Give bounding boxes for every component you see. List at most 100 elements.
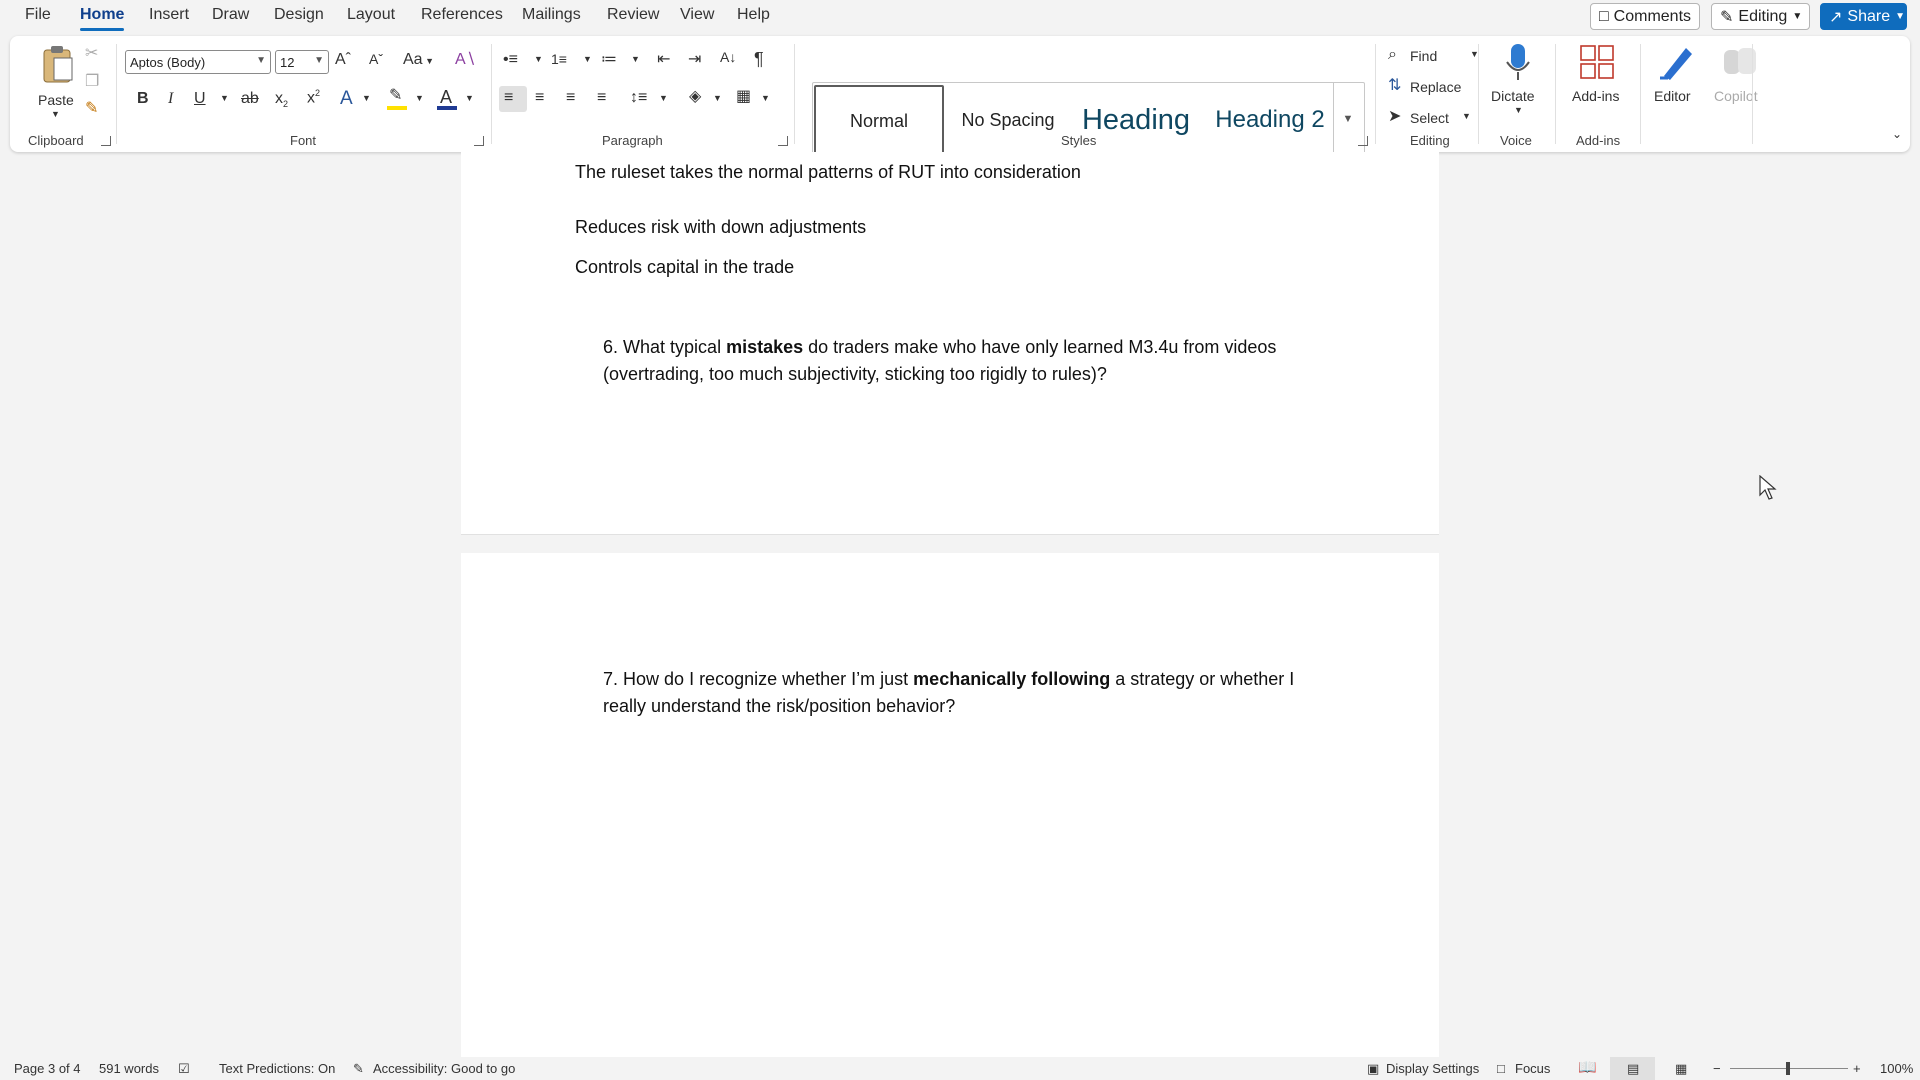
line-spacing-icon[interactable]: ↕≡ <box>630 90 647 106</box>
paste-button[interactable]: Paste ▼ <box>32 42 84 122</box>
italic-icon[interactable]: I <box>168 91 173 107</box>
text-predictions[interactable]: Text Predictions: On <box>219 1061 335 1076</box>
mouse-cursor-icon <box>1759 475 1777 500</box>
read-mode-icon[interactable]: 📖 <box>1578 1058 1597 1076</box>
styles-launcher[interactable] <box>1358 136 1368 146</box>
accessibility-icon: ✎ <box>353 1061 364 1076</box>
web-layout-icon[interactable]: ▦ <box>1675 1061 1687 1077</box>
add-ins-button[interactable]: Add-ins <box>1562 40 1632 120</box>
text-effects-icon[interactable]: A <box>340 89 353 108</box>
chevron-down-icon[interactable]: ▼ <box>362 94 371 103</box>
tab-draw[interactable]: Draw <box>212 6 249 24</box>
chevron-down-icon[interactable]: ▼ <box>713 94 722 103</box>
shrink-font-icon[interactable]: Aˇ <box>369 52 383 66</box>
style-heading-2[interactable]: Heading 2 <box>1200 84 1340 156</box>
change-case-button[interactable]: Aa ▼ <box>403 52 434 68</box>
increase-indent-icon[interactable]: ⇥ <box>688 52 701 68</box>
print-layout-icon: ▤ <box>1627 1061 1640 1076</box>
style-no-spacing[interactable]: No Spacing <box>944 84 1072 156</box>
accessibility-status[interactable]: Accessibility: Good to go <box>373 1061 515 1076</box>
strikethrough-icon[interactable]: ab <box>241 91 259 107</box>
word-count[interactable]: 591 words <box>99 1061 159 1076</box>
tab-file[interactable]: File <box>25 6 51 24</box>
underline-icon[interactable]: U <box>194 91 206 107</box>
font-launcher[interactable] <box>474 136 484 146</box>
multilevel-list-icon[interactable]: ≔ <box>601 52 617 68</box>
zoom-in-icon[interactable]: + <box>1853 1061 1861 1076</box>
style-normal[interactable]: Normal <box>814 85 944 157</box>
clipboard-launcher[interactable] <box>101 136 111 146</box>
superscript-icon[interactable]: x2 <box>307 89 320 106</box>
bullets-icon[interactable]: •≡ <box>503 52 518 68</box>
numbering-icon[interactable]: 1≡ <box>551 52 567 66</box>
tab-insert[interactable]: Insert <box>149 6 189 24</box>
pencil-icon: ✎ <box>1720 8 1734 26</box>
font-color-icon[interactable]: A <box>440 88 452 106</box>
document-page-3[interactable]: The ruleset takes the normal patterns of… <box>461 152 1439 535</box>
subscript-icon[interactable]: x2 <box>275 90 288 109</box>
zoom-out-icon[interactable]: − <box>1713 1061 1721 1076</box>
chevron-down-icon: ▼ <box>1342 113 1354 125</box>
tab-references[interactable]: References <box>421 6 503 24</box>
format-painter-icon[interactable]: ✎ <box>85 101 98 117</box>
copilot-icon <box>1724 48 1756 74</box>
body-line: The ruleset takes the normal patterns of… <box>575 162 1081 182</box>
copilot-button[interactable]: Copilot <box>1708 40 1772 120</box>
align-center-icon[interactable]: ≡ <box>535 90 544 106</box>
chevron-down-icon[interactable]: ▼ <box>761 94 770 103</box>
focus-button[interactable]: Focus <box>1515 1061 1550 1076</box>
borders-icon[interactable]: ▦ <box>736 89 751 105</box>
font-size-combo[interactable]: 12 ▼ <box>275 50 329 74</box>
cut-icon[interactable]: ✂ <box>85 46 98 62</box>
tab-mailings[interactable]: Mailings <box>522 6 581 24</box>
share-button[interactable]: ↗ Share ▼ <box>1820 3 1907 30</box>
tab-review[interactable]: Review <box>607 6 659 24</box>
paragraph-launcher[interactable] <box>778 136 788 146</box>
tab-layout[interactable]: Layout <box>347 6 395 24</box>
grow-font-icon[interactable]: Aˆ <box>335 52 351 68</box>
chevron-down-icon[interactable]: ▼ <box>659 94 668 103</box>
show-formatting-icon[interactable]: ¶ <box>754 50 764 68</box>
divider <box>1640 44 1641 144</box>
chevron-down-icon[interactable]: ▼ <box>415 94 424 103</box>
decrease-indent-icon[interactable]: ⇤ <box>657 52 670 68</box>
chevron-down-icon[interactable]: ▼ <box>631 55 640 64</box>
document-page-4[interactable]: 7. How do I recognize whether I’m just m… <box>461 553 1439 1057</box>
chevron-down-icon[interactable]: ▼ <box>583 55 592 64</box>
copy-icon[interactable]: ❐ <box>85 74 99 90</box>
dictate-button[interactable]: Dictate ▼ <box>1488 40 1548 128</box>
body-line: Reduces risk with down adjustments <box>575 217 867 237</box>
shading-icon[interactable]: ◈ <box>689 89 701 105</box>
highlight-icon[interactable]: ✎ <box>389 88 402 104</box>
align-left-icon: ≡ <box>504 89 514 106</box>
zoom-slider-thumb[interactable] <box>1786 1062 1790 1075</box>
proofing-icon[interactable]: ☑ <box>178 1061 190 1077</box>
chevron-down-icon: ▼ <box>1462 111 1471 121</box>
tab-help[interactable]: Help <box>737 6 770 24</box>
chevron-down-icon: ▼ <box>1895 11 1906 22</box>
collapse-ribbon-icon[interactable]: ⌄ <box>1892 128 1902 140</box>
search-icon: ⌕ <box>1388 46 1397 63</box>
chevron-down-icon[interactable]: ▼ <box>534 55 543 64</box>
font-name-combo[interactable]: Aptos (Body) ▼ <box>125 50 271 74</box>
display-settings-button[interactable]: Display Settings <box>1386 1061 1479 1076</box>
tab-home[interactable]: Home <box>80 6 125 31</box>
editor-pen-icon <box>1660 48 1692 80</box>
justify-icon[interactable]: ≡ <box>597 90 606 106</box>
editor-button[interactable]: Editor <box>1646 40 1706 120</box>
zoom-level[interactable]: 100% <box>1880 1061 1913 1076</box>
clear-formatting-icon[interactable]: A∖ <box>455 52 476 68</box>
comments-button[interactable]: □ Comments <box>1590 3 1700 30</box>
chevron-down-icon[interactable]: ▼ <box>220 94 229 103</box>
cursor-icon: ➤ <box>1388 108 1402 125</box>
tab-view[interactable]: View <box>680 6 714 24</box>
align-right-icon[interactable]: ≡ <box>566 90 575 106</box>
editing-mode-button[interactable]: ✎ Editing ▼ <box>1711 3 1810 30</box>
tab-design[interactable]: Design <box>274 6 324 24</box>
page-indicator[interactable]: Page 3 of 4 <box>14 1061 81 1076</box>
paste-icon <box>43 46 73 83</box>
sort-icon[interactable]: A↓ <box>720 50 736 64</box>
chevron-down-icon[interactable]: ▼ <box>465 94 474 103</box>
highlight-color-swatch <box>387 106 407 110</box>
bold-icon[interactable]: B <box>137 91 149 107</box>
